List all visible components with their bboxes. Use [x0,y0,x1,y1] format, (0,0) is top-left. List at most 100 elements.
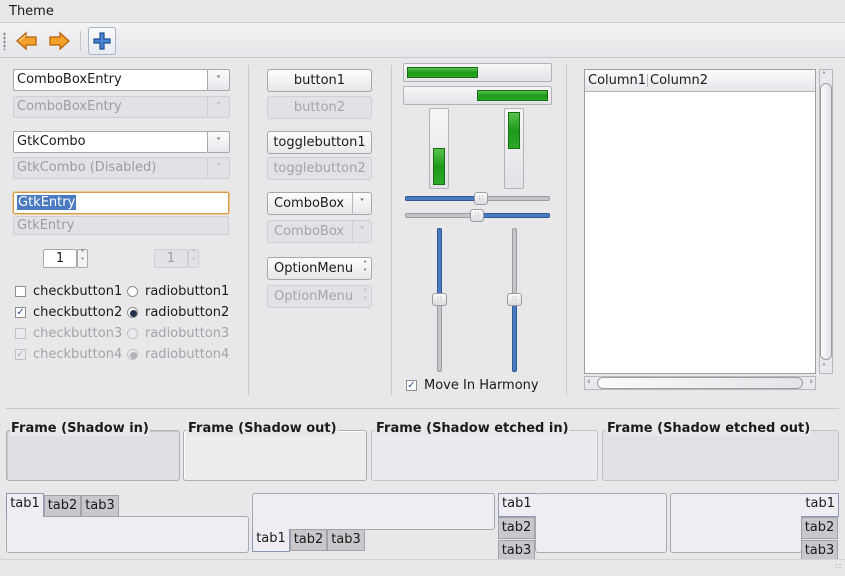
menubar: Theme [0,0,845,23]
checkbox-checkbutton4: ✓ [15,349,26,360]
resize-grip-icon[interactable]: ∷ [836,562,841,571]
checkbox-checkbutton3 [15,328,26,339]
vslider-2-knob[interactable]: ∷ [507,293,522,306]
move-in-harmony-label: Move In Harmony [424,378,539,393]
spin-button-disabled-field: 1 [154,249,188,268]
radiobutton4-label: radiobutton4 [145,347,230,362]
frame-shadow-out [183,430,367,481]
progress-fill [407,67,478,78]
notebook-top-tab3[interactable]: tab3 [81,495,119,517]
optionmenu-disabled: OptionMenu ˄ ˅ [267,285,372,308]
hslider-2-fill [477,213,550,218]
button2: button2 [267,96,372,119]
hslider-2-knob[interactable]: ∷ [470,209,484,222]
column-separator [248,65,249,395]
arrow-left-icon [16,31,37,51]
scroll-left-icon[interactable]: ‹ [587,377,591,387]
notebook-bottom-tab2[interactable]: tab2 [290,529,327,551]
frame-shadow-in-title: Frame (Shadow in) [10,421,150,436]
notebook-right-panel [670,493,802,553]
vslider-1-knob[interactable]: ∷ [432,293,447,306]
horizontal-separator [6,408,839,409]
column-header-1[interactable]: Column1 [588,73,646,88]
gtkcombo-dropdown[interactable]: ˅ [207,131,230,153]
notebook-bottom-panel [252,493,495,530]
hslider-1-knob[interactable]: ∷ [474,192,488,205]
checkbox-move-in-harmony[interactable]: ✓ [406,380,417,391]
forward-button[interactable] [45,27,73,55]
add-button[interactable] [88,27,116,55]
notebook-right-tab1[interactable]: tab1 [801,493,839,517]
gtkentry-selection: GtkEntry [17,195,77,210]
radio-radiobutton1[interactable] [127,286,138,297]
frame-shadow-etched-out [602,430,839,481]
button1[interactable]: button1 [267,69,372,92]
horizontal-scrollbar[interactable]: ‹ › [584,376,816,390]
chevron-down-icon: ˅ [216,162,221,174]
frame-shadow-in [6,430,180,481]
combobox-entry-dropdown[interactable]: ˅ [207,69,230,91]
progress-bar-horizontal-rtl [403,86,552,105]
checkbutton4-label: checkbutton4 [33,347,123,362]
spin-button-field[interactable]: 1 [43,249,77,268]
gtkentry-field[interactable]: GtkEntry [13,192,229,214]
progress-fill [433,148,445,185]
notebook-bottom-tab1[interactable]: tab1 [252,529,290,552]
hslider-1-fill [405,196,480,201]
combobox-disabled-label: ComboBox [274,224,345,239]
progress-fill [508,112,520,149]
notebook-top-tab1[interactable]: tab1 [6,493,44,517]
radio-radiobutton2[interactable] [127,307,138,318]
checkbox-checkbutton1[interactable] [15,286,26,297]
spin-button-arrows[interactable]: ˄ ˅ [77,249,88,268]
combobox-entry-disabled-field: ComboBoxEntry [13,96,208,118]
tree-view[interactable]: Column1 Column2 [584,69,816,374]
horizontal-scrollbar-thumb[interactable] [597,377,803,389]
scroll-right-icon[interactable]: › [809,377,813,387]
optionmenu-disabled-label: OptionMenu [274,289,354,304]
scroll-up-icon[interactable]: ˄ [822,71,826,80]
scroll-down-icon[interactable]: ˅ [822,363,826,372]
combobox[interactable]: ComboBox ˅ [267,192,372,215]
vertical-scrollbar-thumb[interactable] [820,83,832,360]
column-header-2[interactable]: Column2 [650,73,708,88]
toolbar-grip[interactable] [3,32,6,50]
toolbar-separator [80,31,81,51]
combobox-entry-field[interactable]: ComboBoxEntry [13,69,208,91]
spin-button-disabled-arrows: ˄ ˅ [188,249,199,268]
vertical-scrollbar[interactable]: ˄ ˅ [819,69,833,374]
gtkcombo-field[interactable]: GtkCombo [13,131,208,153]
combobox-label: ComboBox [274,196,345,211]
column-divider [647,74,648,87]
frame-shadow-out-title: Frame (Shadow out) [187,421,338,436]
vslider-1-fill [437,228,442,300]
chevron-down-icon: ˅ [216,136,221,148]
plus-icon [93,32,111,50]
radio-radiobutton3 [127,328,138,339]
radiobutton2-label: radiobutton2 [145,305,230,320]
arrow-right-icon [49,31,70,51]
progress-bar-horizontal-ltr [403,63,552,82]
up-down-arrows-icon: ˄ ˅ [363,288,367,305]
notebook-bottom-tab3[interactable]: tab3 [327,529,365,551]
togglebutton1[interactable]: togglebutton1 [267,131,372,154]
gtkentry-disabled-field: GtkEntry [13,216,229,235]
optionmenu[interactable]: OptionMenu ˄ ˅ [267,257,372,280]
column-separator [391,65,392,395]
notebook-top-tab2[interactable]: tab2 [44,495,81,517]
checkbutton3-label: checkbutton3 [33,326,123,341]
combobox-entry-disabled-dropdown: ˅ [207,96,230,118]
notebook-left-tab1[interactable]: tab1 [498,493,536,517]
chevron-down-icon: ˅ [216,74,221,86]
notebook-right-tab2[interactable]: tab2 [801,517,838,539]
progress-bar-vertical-up [429,108,449,189]
togglebutton2: togglebutton2 [267,157,372,180]
menu-theme[interactable]: Theme [9,4,54,19]
checkbox-checkbutton2[interactable]: ✓ [15,307,26,318]
notebook-left-tab2[interactable]: tab2 [498,517,535,539]
frame-shadow-etched-in-title: Frame (Shadow etched in) [375,421,570,436]
progress-bar-vertical-down [504,108,524,189]
frame-shadow-etched-in [371,430,598,481]
gtkcombo-disabled-field: GtkCombo (Disabled) [13,157,208,179]
back-button[interactable] [13,27,41,55]
